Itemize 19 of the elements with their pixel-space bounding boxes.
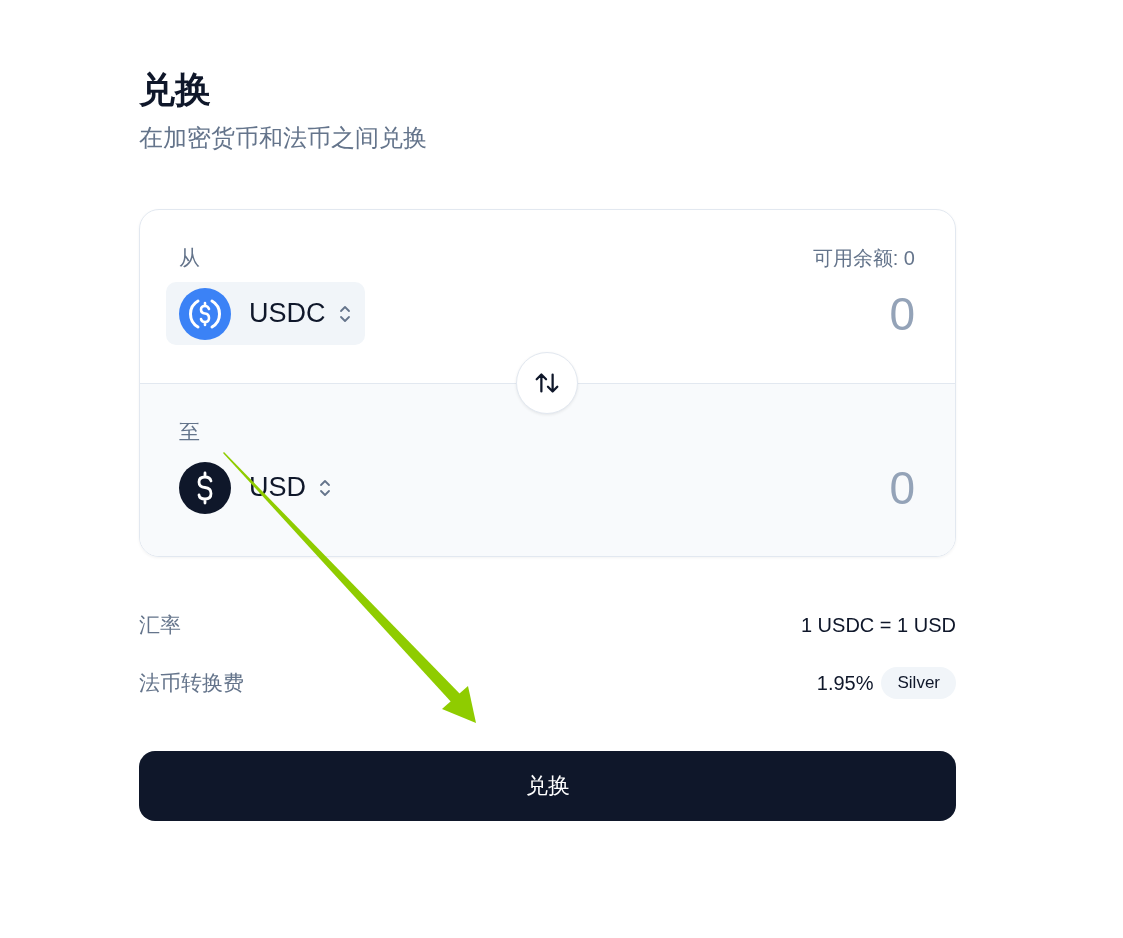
page-subtitle: 在加密货币和法币之间兑换: [139, 123, 428, 153]
balance-text: 可用余额: 0: [812, 245, 915, 271]
coin-dollar-icon: [179, 461, 231, 514]
amount-value: 0: [889, 460, 915, 515]
amount-value: 0: [889, 286, 915, 341]
page-title: 兑换: [139, 68, 212, 112]
tier-badge: Silver: [881, 667, 956, 699]
section-label: 从: [179, 245, 200, 271]
detail-value: 1 USDC = 1 USD: [800, 613, 956, 637]
section-label: 至: [179, 419, 200, 445]
token-selector[interactable]: USDC: [166, 282, 365, 345]
chevron-up-down-icon: [337, 303, 352, 324]
detail-label: 汇率: [139, 612, 181, 638]
detail-value: 1.95%: [816, 671, 874, 695]
coin-dollar-icon: [179, 287, 231, 340]
exchange-button[interactable]: 兑换: [139, 751, 956, 821]
swap-button[interactable]: [516, 352, 578, 414]
chevron-up-down-icon: [318, 477, 332, 498]
detail-label: 法币转换费: [139, 670, 244, 696]
